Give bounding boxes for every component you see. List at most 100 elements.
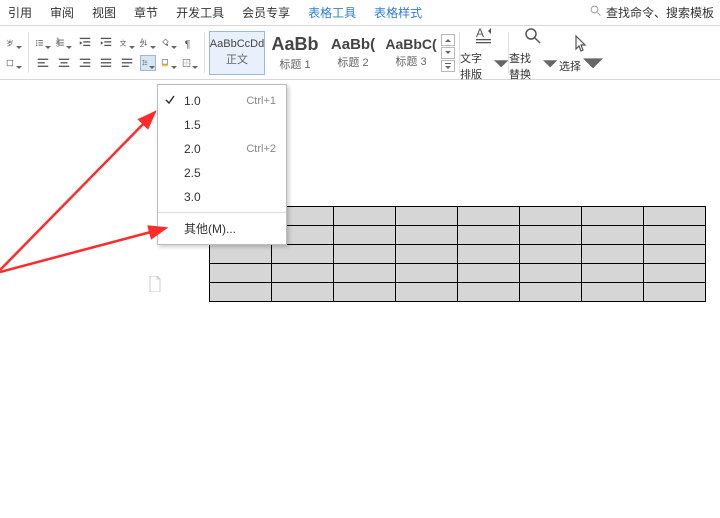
table-cell[interactable] — [458, 245, 520, 264]
styles-down-button[interactable] — [441, 47, 455, 59]
check-icon — [164, 94, 176, 109]
table-cell[interactable] — [272, 283, 334, 302]
style-heading2[interactable]: AaBb(标题 2 — [325, 31, 381, 75]
table-cell[interactable] — [582, 226, 644, 245]
group-paragraph: 123 文 AZ ¶ — [29, 26, 204, 79]
table-cell[interactable] — [334, 245, 396, 264]
text-layout-button[interactable]: A 文字排版 — [460, 26, 508, 79]
find-replace-button[interactable]: 查找替换 — [509, 26, 557, 79]
tab-chapter[interactable]: 章节 — [132, 0, 160, 25]
styles-nav — [441, 34, 455, 72]
tab-review[interactable]: 审阅 — [48, 0, 76, 25]
table-cell[interactable] — [458, 283, 520, 302]
tab-references[interactable]: 引用 — [6, 0, 34, 25]
asian-layout-button[interactable]: 文 — [119, 35, 135, 51]
search-placeholder: 查找命令、搜索模板 — [606, 4, 714, 21]
table-cell[interactable] — [334, 226, 396, 245]
table-cell[interactable] — [458, 207, 520, 226]
document-area[interactable]: 1.0Ctrl+1 1.5 2.0Ctrl+2 2.5 3.0 其他(M)... — [0, 80, 720, 518]
line-spacing-3[interactable]: 3.0 — [158, 185, 286, 209]
align-left-button[interactable] — [35, 55, 51, 71]
table-cell[interactable] — [582, 207, 644, 226]
table-cell[interactable] — [582, 264, 644, 283]
table-cell[interactable] — [334, 264, 396, 283]
align-right-button[interactable] — [77, 55, 93, 71]
table-cell[interactable] — [520, 226, 582, 245]
style-heading1[interactable]: AaBb标题 1 — [267, 31, 323, 75]
tab-devtools[interactable]: 开发工具 — [174, 0, 226, 25]
numbering-button[interactable]: 123 — [56, 35, 72, 51]
table-cell[interactable] — [272, 245, 334, 264]
table-cell[interactable] — [644, 226, 706, 245]
tab-table-tools[interactable]: 表格工具 — [306, 0, 358, 25]
search-icon — [590, 5, 602, 20]
table-cell[interactable] — [520, 207, 582, 226]
styles-up-button[interactable] — [441, 34, 455, 46]
table-cell[interactable] — [644, 245, 706, 264]
sort-button[interactable]: AZ — [140, 35, 156, 51]
styles-gallery: AaBbCcDd正文 AaBb标题 1 AaBb(标题 2 AaBbC(标题 3 — [205, 26, 459, 79]
tab-table-style[interactable]: 表格样式 — [372, 0, 424, 25]
table-row[interactable] — [210, 283, 706, 302]
line-spacing-button[interactable] — [140, 55, 156, 71]
styles-more-button[interactable] — [441, 60, 455, 72]
tab-view[interactable]: 视图 — [90, 0, 118, 25]
bullets-button[interactable] — [35, 35, 51, 51]
show-marks-button[interactable]: ¶ — [182, 35, 198, 51]
table-cell[interactable] — [644, 283, 706, 302]
table-row[interactable] — [210, 264, 706, 283]
svg-text:文: 文 — [120, 38, 127, 47]
svg-text:A: A — [476, 26, 484, 40]
select-button[interactable]: 选择 — [557, 26, 605, 79]
table-cell[interactable] — [210, 264, 272, 283]
line-spacing-menu: 1.0Ctrl+1 1.5 2.0Ctrl+2 2.5 3.0 其他(M)... — [157, 84, 287, 245]
table-cell[interactable] — [644, 264, 706, 283]
align-justify-button[interactable] — [98, 55, 114, 71]
table-cell[interactable] — [334, 207, 396, 226]
align-center-button[interactable] — [56, 55, 72, 71]
shading-button[interactable] — [161, 35, 177, 51]
borders-button[interactable] — [182, 55, 198, 71]
line-spacing-2-5[interactable]: 2.5 — [158, 161, 286, 185]
ribbon: 岁 123 文 AZ ¶ AaBbCcDd正文 — [0, 26, 720, 80]
table-cell[interactable] — [458, 264, 520, 283]
fill-color-button[interactable] — [161, 55, 177, 71]
table-cell[interactable] — [396, 245, 458, 264]
table-cell[interactable] — [396, 207, 458, 226]
table-cell[interactable] — [644, 207, 706, 226]
table-cell[interactable] — [520, 245, 582, 264]
group-font: 岁 — [0, 26, 28, 79]
tab-vip[interactable]: 会员专享 — [240, 0, 292, 25]
cursor-icon — [571, 33, 591, 53]
table-cell[interactable] — [396, 283, 458, 302]
table-cell[interactable] — [334, 283, 396, 302]
table-cell[interactable] — [458, 226, 520, 245]
table-cell[interactable] — [396, 226, 458, 245]
command-search[interactable]: 查找命令、搜索模板 — [590, 4, 714, 21]
table-cell[interactable] — [272, 264, 334, 283]
decrease-indent-button[interactable] — [77, 35, 93, 51]
text-layout-icon: A — [474, 26, 494, 46]
font-dropdown[interactable]: 岁 — [6, 35, 22, 51]
table-cell[interactable] — [582, 245, 644, 264]
line-spacing-1[interactable]: 1.0Ctrl+1 — [158, 89, 286, 113]
table-cell[interactable] — [210, 245, 272, 264]
increase-indent-button[interactable] — [98, 35, 114, 51]
table-cell[interactable] — [210, 283, 272, 302]
line-spacing-more[interactable]: 其他(M)... — [158, 216, 286, 240]
align-distribute-button[interactable] — [119, 55, 135, 71]
svg-text:¶: ¶ — [185, 38, 191, 50]
style-heading3[interactable]: AaBbC(标题 3 — [383, 31, 439, 75]
table-cell[interactable] — [396, 264, 458, 283]
table-cell[interactable] — [582, 283, 644, 302]
table-cell[interactable] — [520, 283, 582, 302]
font-size-dropdown[interactable] — [6, 55, 22, 71]
menu-bar: 引用 审阅 视图 章节 开发工具 会员专享 表格工具 表格样式 查找命令、搜索模… — [0, 0, 720, 26]
table-row[interactable] — [210, 245, 706, 264]
style-normal[interactable]: AaBbCcDd正文 — [209, 31, 265, 75]
line-spacing-2[interactable]: 2.0Ctrl+2 — [158, 137, 286, 161]
svg-text:岁: 岁 — [7, 38, 14, 47]
line-spacing-1-5[interactable]: 1.5 — [158, 113, 286, 137]
table-cell[interactable] — [520, 264, 582, 283]
svg-text:Z: Z — [140, 41, 144, 48]
